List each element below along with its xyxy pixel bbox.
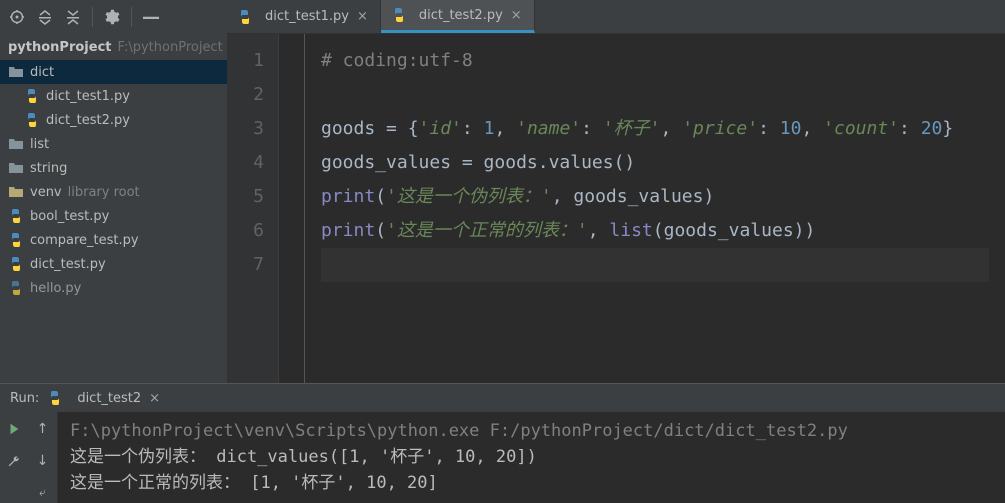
folder-icon — [8, 136, 24, 152]
editor-tabbar: dict_test1.py × dict_test2.py × — [227, 0, 1005, 34]
select-opened-file-icon[interactable] — [6, 6, 28, 28]
project-tree: pythonProject F:\pythonProject dict dict… — [0, 34, 227, 383]
tree-label: hello.py — [30, 281, 81, 296]
scroll-up-icon[interactable]: ↑ — [32, 418, 54, 440]
tree-label: dict_test2.py — [46, 113, 130, 128]
python-file-icon — [237, 9, 253, 25]
close-icon[interactable]: × — [149, 391, 160, 406]
run-output-tools: ↑ ↓ ⤶ — [28, 412, 58, 503]
folder-icon — [8, 160, 24, 176]
close-icon[interactable]: × — [355, 9, 370, 24]
rerun-icon[interactable] — [3, 418, 25, 440]
tab-label: dict_test1.py — [265, 9, 349, 24]
library-root-note: library root — [68, 185, 140, 200]
tree-label: string — [30, 161, 67, 176]
file-dict-test1[interactable]: dict_test1.py — [0, 84, 227, 108]
tab-dict-test2[interactable]: dict_test2.py × — [381, 0, 535, 33]
collapse-all-icon[interactable] — [62, 6, 84, 28]
run-panel: Run: dict_test2 × ↑ ↓ ⤶ F:\pythonProject… — [0, 383, 1005, 503]
folder-icon — [8, 184, 24, 200]
scroll-down-icon[interactable]: ↓ — [32, 450, 54, 472]
folder-dict[interactable]: dict — [0, 60, 227, 84]
project-sidebar: — pythonProject F:\pythonProject dict di… — [0, 0, 227, 383]
folder-venv[interactable]: venv library root — [0, 180, 227, 204]
run-label: Run: — [10, 391, 39, 406]
line-gutter[interactable]: 1234567 — [227, 34, 279, 383]
output-line: 这是一个伪列表： dict_values([1, '杯子', 10, 20]) — [70, 444, 993, 470]
gear-icon[interactable] — [101, 6, 123, 28]
code-editor[interactable]: # coding:utf-8 goods = {'id': 1, 'name':… — [305, 34, 1005, 383]
project-name-label: pythonProject — [8, 40, 112, 55]
soft-wrap-icon[interactable]: ⤶ — [32, 481, 54, 503]
python-file-icon — [8, 208, 24, 224]
python-file-icon — [24, 88, 40, 104]
folder-string[interactable]: string — [0, 156, 227, 180]
python-file-icon — [8, 232, 24, 248]
close-icon[interactable]: × — [509, 8, 524, 23]
python-file-icon — [391, 7, 407, 23]
file-compare-test[interactable]: compare_test.py — [0, 228, 227, 252]
project-root[interactable]: pythonProject F:\pythonProject — [0, 34, 227, 60]
expand-all-icon[interactable] — [34, 6, 56, 28]
tab-dict-test1[interactable]: dict_test1.py × — [227, 0, 381, 33]
python-file-icon — [24, 112, 40, 128]
file-hello[interactable]: hello.py — [0, 276, 227, 300]
folder-list[interactable]: list — [0, 132, 227, 156]
tree-label: list — [30, 137, 49, 152]
python-file-icon — [47, 390, 63, 406]
python-file-icon — [8, 256, 24, 272]
folder-icon — [8, 64, 24, 80]
tree-label: dict — [30, 65, 54, 80]
tab-label: dict_test2.py — [419, 8, 503, 23]
run-output[interactable]: F:\pythonProject\venv\Scripts\python.exe… — [58, 412, 1005, 503]
folding-gutter[interactable] — [279, 34, 305, 383]
tree-label: bool_test.py — [30, 209, 109, 224]
wrench-icon[interactable] — [3, 450, 25, 472]
project-path-label: F:\pythonProject — [118, 40, 223, 55]
tree-label: dict_test1.py — [46, 89, 130, 104]
run-sidebar-tools — [0, 412, 28, 503]
file-dict-test2[interactable]: dict_test2.py — [0, 108, 227, 132]
tree-label: venv — [30, 185, 62, 200]
tree-label: dict_test.py — [30, 257, 106, 272]
run-header: Run: dict_test2 × — [0, 384, 1005, 412]
output-line: 这是一个正常的列表： [1, '杯子', 10, 20] — [70, 470, 993, 496]
project-toolbar: — — [0, 0, 227, 34]
file-dict-test[interactable]: dict_test.py — [0, 252, 227, 276]
run-command: F:\pythonProject\venv\Scripts\python.exe… — [70, 418, 993, 444]
tree-label: compare_test.py — [30, 233, 139, 248]
editor-area: dict_test1.py × dict_test2.py × 1234567 … — [227, 0, 1005, 383]
python-file-icon — [8, 280, 24, 296]
file-bool-test[interactable]: bool_test.py — [0, 204, 227, 228]
hide-panel-icon[interactable]: — — [140, 6, 162, 28]
run-config-label[interactable]: dict_test2 — [77, 391, 141, 406]
